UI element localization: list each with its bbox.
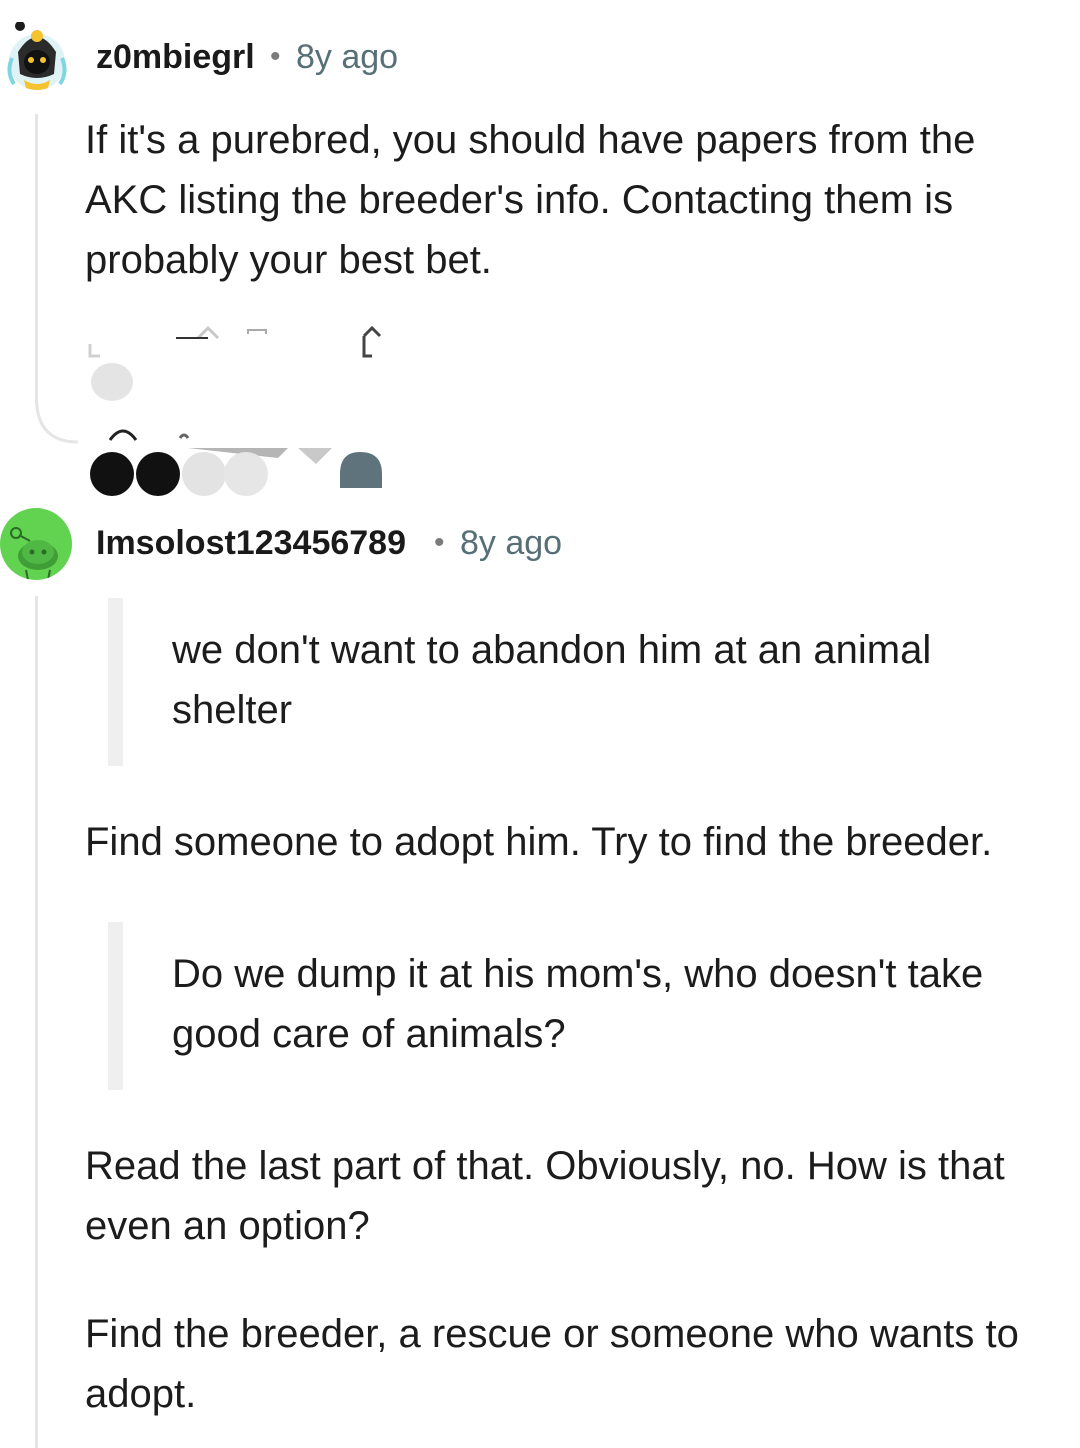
comment-action-bar[interactable] (88, 324, 398, 404)
blockquote-bar (108, 598, 123, 766)
thread-line[interactable] (35, 596, 38, 1448)
comment-author[interactable]: Imsolost123456789 (96, 524, 406, 563)
meta-separator: • (270, 40, 281, 73)
user-avatar-icon[interactable] (4, 22, 70, 94)
thread-line-curve (35, 398, 79, 444)
comment-body: If it's a purebred, you should have pape… (85, 118, 976, 282)
comment-age: 8y ago (460, 524, 563, 562)
share-icon (362, 325, 382, 358)
blockquote-text: we don't want to abandon him at an anima… (172, 628, 932, 732)
upvote-icon (196, 325, 220, 340)
blockquote-text: Do we dump it at his mom's, who doesn't … (172, 952, 984, 1056)
comment-author[interactable]: z0mbiegrl (96, 38, 255, 77)
comment-paragraph: Find someone to adopt him. Try to find t… (85, 820, 993, 864)
reaction-row[interactable] (88, 424, 408, 500)
blockquote-bar (108, 922, 123, 1090)
thread-line[interactable] (35, 114, 38, 404)
user-avatar-icon[interactable] (0, 508, 72, 580)
comment-paragraph: Find the breeder, a rescue or someone wh… (85, 1312, 1019, 1416)
comment-age: 8y ago (296, 38, 399, 76)
comment-paragraph: Read the last part of that. Obviously, n… (85, 1144, 1005, 1248)
meta-separator: • (434, 526, 445, 559)
